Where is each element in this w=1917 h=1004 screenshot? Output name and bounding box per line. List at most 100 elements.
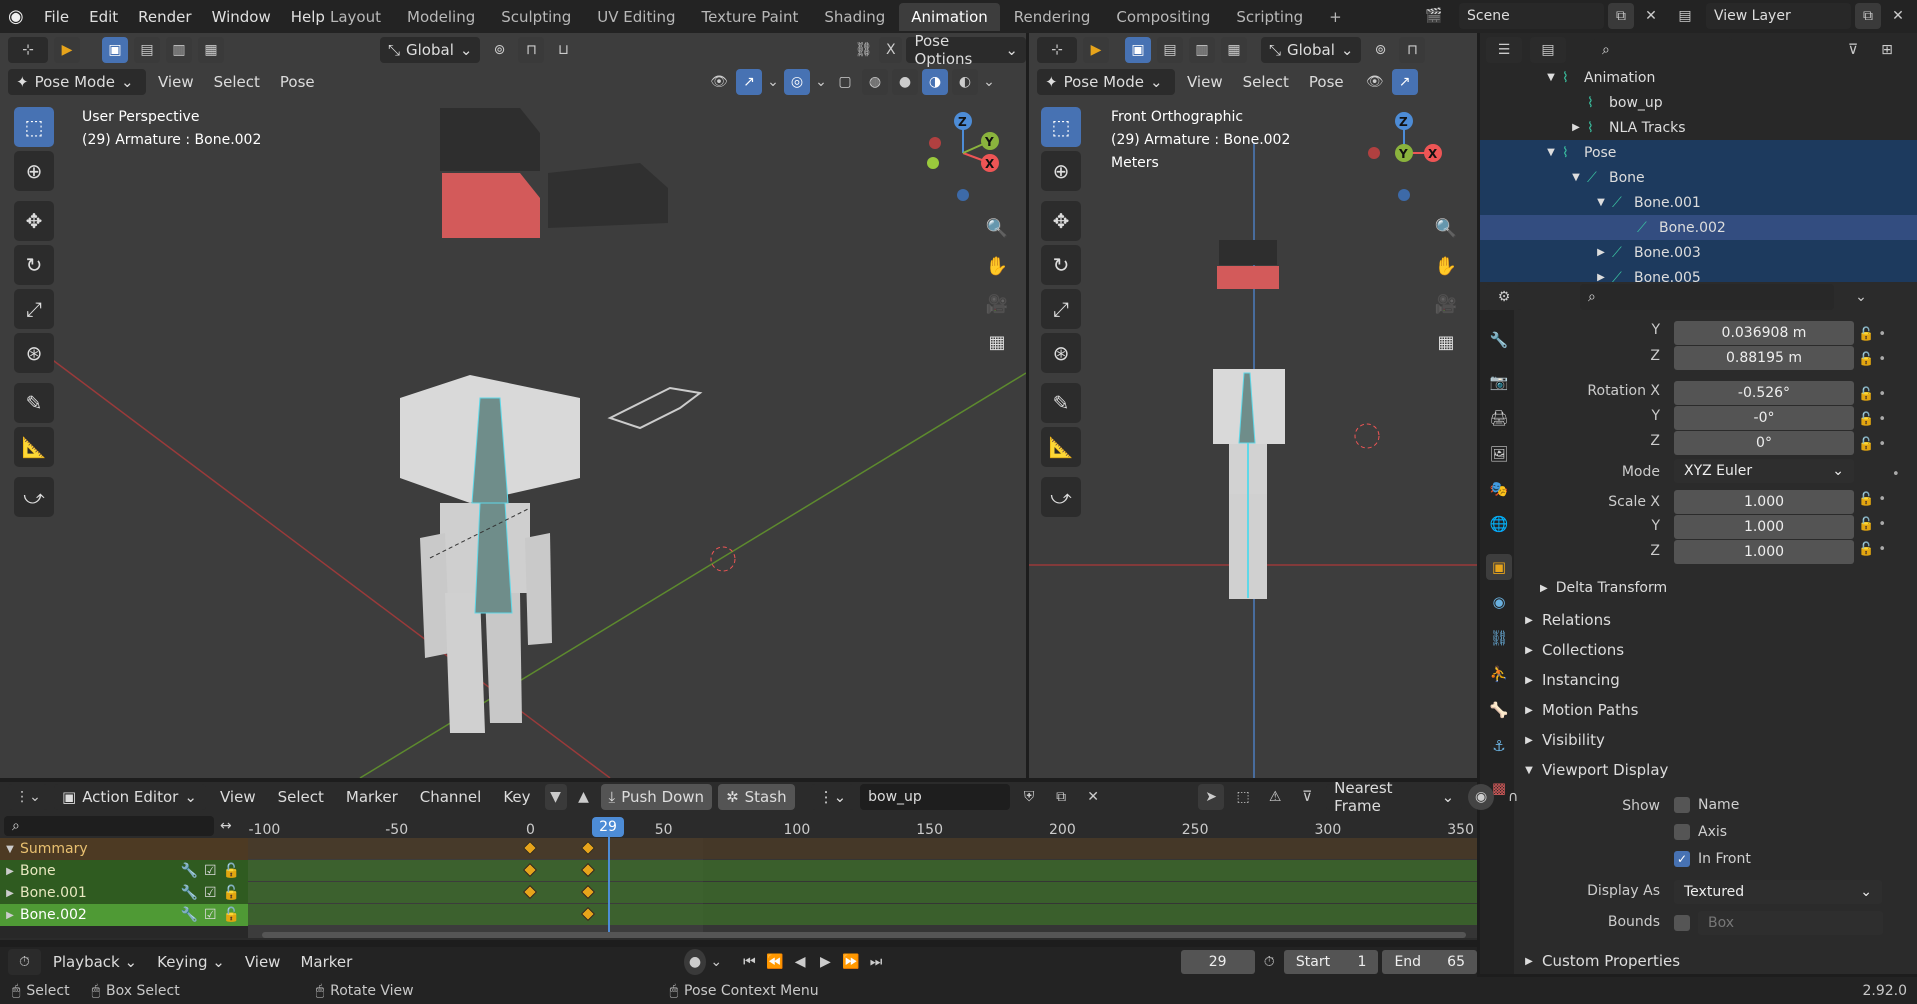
zoom-icon[interactable]: 🔍 bbox=[980, 211, 1014, 245]
outliner-item[interactable]: ▼ ⟋ Bone bbox=[1480, 165, 1917, 190]
tool-annotate[interactable]: ✎ bbox=[14, 383, 54, 423]
tool-annotate[interactable]: ✎ bbox=[1041, 383, 1081, 423]
rotation-z-field[interactable]: 0° bbox=[1674, 431, 1854, 455]
action-browse-dropdown[interactable]: ⋮⌄ bbox=[810, 784, 855, 810]
properties-search-input[interactable]: ⌕ bbox=[1580, 284, 1834, 310]
checkmark-icon[interactable]: ☑ bbox=[204, 863, 217, 879]
menu-render[interactable]: Render bbox=[128, 0, 201, 33]
view-layer-field[interactable]: View Layer bbox=[1706, 3, 1851, 29]
overlay-toggle[interactable]: ◎ bbox=[784, 69, 810, 95]
new-action-icon[interactable]: ⧉ bbox=[1048, 784, 1074, 810]
start-frame-field[interactable]: Start 1 bbox=[1283, 950, 1379, 974]
marker-menu[interactable]: Marker bbox=[292, 949, 360, 975]
current-frame-field[interactable]: 29 bbox=[1180, 950, 1255, 974]
tool-roll[interactable]: ⤻ bbox=[1041, 477, 1081, 517]
play-icon[interactable]: ▶ bbox=[815, 949, 836, 975]
transform-orientation-dropdown[interactable]: ⤡ Global ⌄ bbox=[380, 37, 481, 63]
lock-icon[interactable]: 🔓 • bbox=[1858, 347, 1900, 372]
current-frame-badge[interactable]: 29 bbox=[592, 817, 624, 837]
proportional-edit-icon[interactable]: ◉ bbox=[1468, 784, 1495, 810]
keyframe-row[interactable] bbox=[248, 904, 1477, 925]
playback-menu[interactable]: Playback ⌄ bbox=[45, 949, 145, 975]
tool-transform[interactable]: ⊛ bbox=[14, 333, 54, 373]
camera-view-icon[interactable]: 🎥 bbox=[1429, 287, 1463, 321]
tool-tab-icon[interactable]: 🔧 bbox=[1486, 327, 1512, 353]
filter-icon[interactable]: ⊽ bbox=[1840, 37, 1866, 63]
tool-rotate[interactable]: ↻ bbox=[14, 245, 54, 285]
editor-type-3d-icon[interactable]: ⊹ bbox=[1037, 37, 1077, 63]
panel-custom-properties[interactable]: ▶ Custom Properties bbox=[1516, 947, 1917, 975]
tool-select-box[interactable]: ⬚ bbox=[14, 107, 54, 147]
view-layer-close-icon[interactable]: ✕ bbox=[1885, 3, 1911, 29]
panel-motion-paths[interactable]: ▶ Motion Paths bbox=[1516, 696, 1917, 724]
lock-icon[interactable]: 🔓 • bbox=[1858, 322, 1900, 347]
visibility-icon[interactable]: 👁 bbox=[706, 69, 732, 95]
properties-editor-type-icon[interactable]: ⚙ bbox=[1486, 284, 1522, 310]
expand-arrow-icon[interactable]: ▼ bbox=[1565, 172, 1587, 183]
lock-icon[interactable]: 🔓 • bbox=[1858, 432, 1900, 457]
outliner-item[interactable]: ⟋ Bone.002 bbox=[1480, 215, 1917, 240]
pan-hand-icon[interactable]: ✋ bbox=[980, 249, 1014, 283]
xray-toggle[interactable]: ▢ bbox=[832, 69, 858, 95]
properties-options-icon[interactable]: ⌄ bbox=[1848, 284, 1874, 310]
pose-menu[interactable]: Pose bbox=[1301, 69, 1352, 95]
tool-measure[interactable]: 📐 bbox=[1041, 427, 1081, 467]
layer-down-icon[interactable]: ▼ bbox=[544, 784, 567, 810]
world-tab-icon[interactable]: 🌐 bbox=[1486, 511, 1512, 537]
tool-move[interactable]: ✥ bbox=[1041, 201, 1081, 241]
keyframe-row[interactable] bbox=[248, 882, 1477, 903]
view-layer-tab-icon[interactable]: 🖼 bbox=[1486, 441, 1512, 467]
shading-wireframe-button[interactable]: ◍ bbox=[862, 69, 888, 95]
wrench-icon[interactable]: 🔧 bbox=[181, 863, 198, 879]
channel-bone-001[interactable]: ▶ Bone.001 🔧 ☑ 🔓 bbox=[0, 882, 248, 904]
outliner-editor-type-icon[interactable]: ☰ bbox=[1486, 37, 1522, 63]
physics-tab-icon[interactable]: ◉ bbox=[1486, 589, 1512, 615]
expand-arrow-icon[interactable]: ▶ bbox=[1565, 122, 1587, 133]
mirror-x-toggle[interactable]: X bbox=[879, 37, 903, 63]
only-selected-icon[interactable]: ➤ bbox=[1198, 784, 1225, 810]
editor-mode-dropdown[interactable]: ▣ Action Editor ⌄ bbox=[54, 784, 206, 810]
delta-transform-panel[interactable]: ▶ Delta Transform bbox=[1540, 580, 1667, 596]
outliner-item[interactable]: ▶ ⌇ NLA Tracks bbox=[1480, 115, 1917, 140]
display-as-dropdown[interactable]: Textured ⌄ bbox=[1674, 880, 1882, 904]
keying-set-dropdown-icon[interactable]: ⌄ bbox=[710, 949, 723, 975]
object-data-tab-icon[interactable]: ⛹ bbox=[1486, 661, 1512, 687]
rotation-y-field[interactable]: -0° bbox=[1674, 406, 1854, 430]
view-layer-icon[interactable]: ▤ bbox=[1668, 8, 1702, 24]
scene-tab-icon[interactable]: 🎭 bbox=[1486, 476, 1512, 502]
checkmark-icon[interactable]: ☑ bbox=[204, 907, 217, 923]
scene-icon[interactable]: 🎬 bbox=[1425, 8, 1455, 24]
show-axis-checkbox[interactable]: Axis bbox=[1674, 824, 1727, 840]
outliner-item[interactable]: ▼ ⌇ Animation bbox=[1480, 65, 1917, 90]
scene-field[interactable]: Scene bbox=[1459, 3, 1604, 29]
lock-icon[interactable]: 🔓 bbox=[223, 907, 240, 923]
tab-rendering[interactable]: Rendering bbox=[1002, 3, 1103, 31]
jump-prev-keyframe-icon[interactable]: ⏪ bbox=[764, 949, 785, 975]
tab-animation[interactable]: Animation bbox=[899, 2, 1000, 31]
scale-x-field[interactable]: 1.000 bbox=[1674, 490, 1854, 514]
select-mode-new-button[interactable]: ▣ bbox=[102, 37, 128, 63]
timeline-editor-type-icon[interactable]: ⏱ bbox=[8, 949, 41, 975]
pivot-point-button[interactable]: ⊚ bbox=[486, 37, 512, 63]
wrench-icon[interactable]: 🔧 bbox=[181, 907, 198, 923]
lock-icon[interactable]: 🔓 bbox=[223, 863, 240, 879]
expand-arrow-icon[interactable]: ▶ bbox=[1590, 247, 1612, 258]
tool-scale[interactable]: ⤢ bbox=[1041, 289, 1081, 329]
tab-scripting[interactable]: Scripting bbox=[1224, 3, 1315, 31]
mode-dropdown[interactable]: ✦ Pose Mode ⌄ bbox=[8, 69, 146, 95]
show-hidden-icon[interactable]: ⬚ bbox=[1230, 784, 1256, 810]
fake-user-shield-icon[interactable]: ⛨ bbox=[1016, 784, 1042, 810]
lock-icon[interactable]: 🔓 • bbox=[1858, 537, 1900, 562]
wrench-icon[interactable]: 🔧 bbox=[181, 885, 198, 901]
tool-roll[interactable]: ⤻ bbox=[14, 477, 54, 517]
tool-rotate[interactable]: ↻ bbox=[1041, 245, 1081, 285]
play-reverse-icon[interactable]: ◀ bbox=[789, 949, 810, 975]
object-tab-icon[interactable]: ▣ bbox=[1486, 554, 1512, 580]
panel-collections[interactable]: ▶ Collections bbox=[1516, 636, 1917, 664]
bone-tab-icon[interactable]: 🦴 bbox=[1486, 697, 1512, 723]
bounds-dropdown[interactable]: Box bbox=[1698, 911, 1883, 935]
panel-visibility[interactable]: ▶ Visibility bbox=[1516, 726, 1917, 754]
select-mode-extend-button[interactable]: ▤ bbox=[134, 37, 160, 63]
display-mode-icon[interactable]: ▤ bbox=[1530, 37, 1566, 63]
zoom-icon[interactable]: 🔍 bbox=[1429, 211, 1463, 245]
